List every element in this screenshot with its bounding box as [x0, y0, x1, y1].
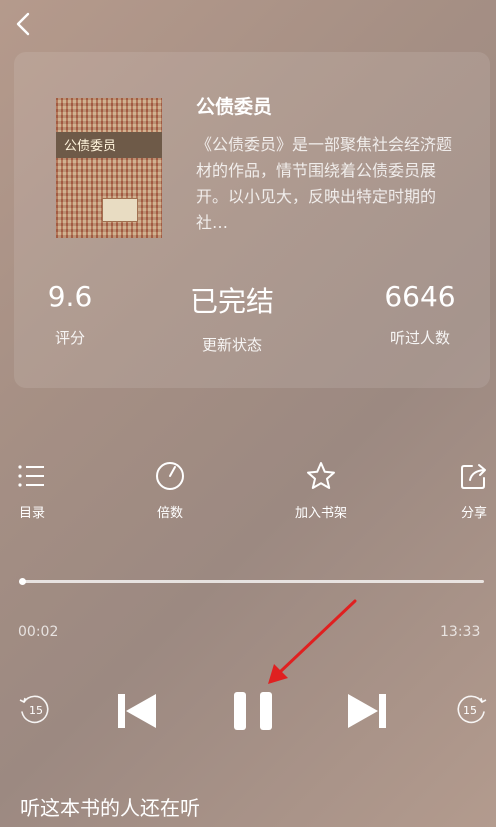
book-info-card: 公债委员 公债委员 《公债委员》是一部聚焦社会经济题材的作品，情节围绕着公债委员… [14, 52, 490, 388]
toolbar-add-bookshelf-button[interactable]: 加入书架 [288, 460, 354, 521]
pause-button[interactable] [232, 688, 276, 738]
total-time: 13:33 [440, 624, 481, 640]
toolbar-label: 分享 [460, 506, 487, 521]
chevron-left-icon [16, 12, 30, 36]
cover-stamp [102, 198, 138, 222]
rewind-15-icon: 15 [19, 695, 49, 724]
stat-value: 6646 [384, 280, 456, 313]
stat-value: 9.6 [47, 280, 93, 313]
rewind-seconds-label: 15 [29, 704, 43, 717]
speed-icon [156, 462, 184, 490]
rewind-15-button[interactable]: 15 [16, 690, 54, 732]
list-icon [18, 465, 44, 487]
skip-next-icon [348, 694, 386, 728]
stat-label: 更新状态 [201, 336, 262, 354]
toolbar-catalog-button[interactable]: 目录 [4, 460, 60, 521]
stat-value: 已完结 [189, 285, 274, 318]
previous-track-button[interactable] [114, 690, 158, 736]
stat-rating: 9.6 评分 [38, 280, 102, 348]
stat-label: 评分 [54, 329, 85, 347]
progress-handle[interactable] [19, 578, 27, 585]
back-button[interactable] [12, 10, 36, 38]
related-section-title: 听这本书的人还在听 [20, 796, 200, 820]
toolbar-share-button[interactable]: 分享 [446, 460, 496, 521]
book-title: 公债委员 [196, 96, 273, 118]
progress-bar[interactable] [20, 580, 484, 583]
toolbar-label: 目录 [18, 506, 45, 521]
pause-icon [234, 692, 272, 730]
book-description[interactable]: 《公债委员》是一部聚焦社会经济题材的作品，情节围绕着公债委员展开。以小见大，反映… [196, 132, 466, 236]
stat-label: 听过人数 [389, 329, 450, 347]
skip-previous-icon [118, 694, 156, 728]
forward-15-icon: 15 [457, 695, 487, 724]
next-track-button[interactable] [346, 690, 390, 736]
forward-15-button[interactable]: 15 [452, 690, 490, 732]
stat-listeners: 6646 听过人数 [374, 280, 466, 348]
current-time: 00:02 [18, 624, 59, 640]
star-icon [307, 462, 335, 489]
toolbar-label: 倍数 [156, 506, 183, 521]
cover-title: 公债委员 [64, 139, 117, 154]
stat-update-status: 已完结 更新状态 [172, 280, 292, 355]
share-icon [461, 464, 486, 489]
book-cover[interactable]: 公债委员 [56, 98, 162, 238]
forward-seconds-label: 15 [463, 704, 477, 717]
toolbar-speed-button[interactable]: 倍数 [142, 460, 198, 521]
toolbar-label: 加入书架 [294, 506, 347, 521]
